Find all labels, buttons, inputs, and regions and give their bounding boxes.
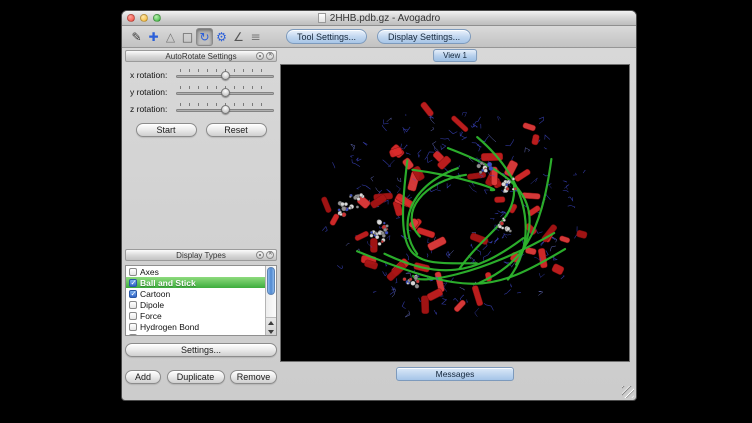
panel-float-icon[interactable]: [256, 52, 264, 60]
autorotate-panel-titlebar: AutoRotate Settings: [125, 50, 277, 62]
y-rotation-slider[interactable]: [176, 85, 274, 99]
tool-settings-button[interactable]: Tool Settings...: [286, 29, 367, 44]
molecule-viewport[interactable]: [280, 64, 630, 362]
molecule-rendering: [281, 65, 629, 361]
ball-and-stick-checkbox[interactable]: [129, 279, 137, 287]
y-rotation-row: y rotation:: [125, 83, 277, 100]
document-icon: [318, 13, 326, 23]
display-type-label: Axes: [140, 267, 159, 277]
messages-button[interactable]: Messages: [396, 367, 514, 381]
dipole-checkbox[interactable]: [129, 301, 137, 309]
scroll-down-icon[interactable]: [266, 327, 276, 336]
list-scrollbar[interactable]: [265, 266, 276, 335]
view-1-tab[interactable]: View 1: [433, 49, 477, 62]
z-rotation-label: z rotation:: [130, 104, 176, 114]
x-rotation-slider-thumb[interactable]: [221, 71, 230, 80]
x-rotation-slider[interactable]: [176, 68, 274, 82]
toolbar: ✎ ✚ △ □ ↻ ⚙ ∠ ≡ Tool Settings... Display…: [122, 26, 636, 48]
avogadro-window: 2HHB.pdb.gz - Avogadro ✎ ✚ △ □ ↻ ⚙ ∠ ≡ T…: [121, 10, 637, 401]
display-types-panel-titlebar: Display Types: [125, 249, 277, 261]
x-rotation-label: x rotation:: [130, 70, 176, 80]
autorotate-settings-panel: AutoRotate Settings x rotation:: [125, 50, 277, 137]
window-title: 2HHB.pdb.gz - Avogadro: [122, 11, 636, 25]
sidebar: AutoRotate Settings x rotation:: [125, 50, 277, 384]
display-type-row-hydrogen-bond[interactable]: Hydrogen Bond: [126, 321, 276, 332]
window-body: AutoRotate Settings x rotation:: [122, 48, 636, 400]
remove-button[interactable]: Remove: [230, 370, 277, 384]
scroll-up-icon[interactable]: [266, 318, 276, 327]
measure-tool-icon[interactable]: ∠: [230, 28, 247, 46]
resize-grip[interactable]: [622, 386, 634, 398]
start-button[interactable]: Start: [136, 123, 197, 137]
display-types-panel: Display Types Axes Ball: [125, 249, 277, 384]
desktop-background: 2HHB.pdb.gz - Avogadro ✎ ✚ △ □ ↻ ⚙ ∠ ≡ T…: [0, 0, 752, 423]
display-type-row-ball-and-stick[interactable]: Ball and Stick: [126, 277, 276, 288]
panel-close-icon[interactable]: [266, 52, 274, 60]
add-button[interactable]: Add: [125, 370, 161, 384]
display-type-row-cartoon[interactable]: Cartoon: [126, 288, 276, 299]
panel-float-icon[interactable]: [256, 251, 264, 259]
autorotate-panel-title: AutoRotate Settings: [165, 52, 236, 61]
draw-tool-icon[interactable]: ✎: [128, 28, 145, 46]
z-rotation-row: z rotation:: [125, 100, 277, 117]
align-tool-icon[interactable]: ≡: [247, 28, 264, 46]
cartoon-checkbox[interactable]: [129, 290, 137, 298]
axes-checkbox[interactable]: [129, 268, 137, 276]
hydrogen-bond-checkbox[interactable]: [129, 323, 137, 331]
display-type-row-label[interactable]: Label: [126, 332, 276, 336]
display-types-panel-title: Display Types: [176, 251, 226, 260]
x-rotation-row: x rotation:: [125, 66, 277, 83]
display-type-label: Cartoon: [140, 289, 170, 299]
z-rotation-slider-thumb[interactable]: [221, 105, 230, 114]
label-checkbox[interactable]: [129, 334, 137, 337]
settings-button[interactable]: Settings...: [125, 343, 277, 357]
window-titlebar[interactable]: 2HHB.pdb.gz - Avogadro: [122, 11, 636, 26]
panel-close-icon[interactable]: [266, 251, 274, 259]
selection-tool-icon[interactable]: □: [179, 28, 196, 46]
display-type-label: Force: [140, 311, 162, 321]
scrollbar-thumb[interactable]: [267, 267, 275, 295]
duplicate-button[interactable]: Duplicate: [167, 370, 225, 384]
display-type-label: Hydrogen Bond: [140, 322, 199, 332]
display-type-row-force[interactable]: Force: [126, 310, 276, 321]
z-rotation-slider[interactable]: [176, 102, 274, 116]
force-checkbox[interactable]: [129, 312, 137, 320]
scrollbar-arrows: [266, 317, 276, 335]
autooptimize-tool-icon[interactable]: ⚙: [213, 28, 230, 46]
display-type-label: Dipole: [140, 300, 164, 310]
display-types-list: Axes Ball and Stick Cartoon Dipole: [125, 265, 277, 336]
display-settings-button[interactable]: Display Settings...: [377, 29, 471, 44]
y-rotation-slider-thumb[interactable]: [221, 88, 230, 97]
autorotate-tool-icon[interactable]: ↻: [196, 28, 213, 46]
reset-button[interactable]: Reset: [206, 123, 267, 137]
bond-centric-tool-icon[interactable]: △: [162, 28, 179, 46]
display-type-row-dipole[interactable]: Dipole: [126, 299, 276, 310]
display-type-label: Label: [140, 333, 161, 337]
y-rotation-label: y rotation:: [130, 87, 176, 97]
main-area: View 1 Messages: [280, 48, 630, 384]
navigate-tool-icon[interactable]: ✚: [145, 28, 162, 46]
display-type-row-axes[interactable]: Axes: [126, 266, 276, 277]
window-title-text: 2HHB.pdb.gz - Avogadro: [330, 13, 440, 24]
display-type-label: Ball and Stick: [140, 278, 196, 288]
